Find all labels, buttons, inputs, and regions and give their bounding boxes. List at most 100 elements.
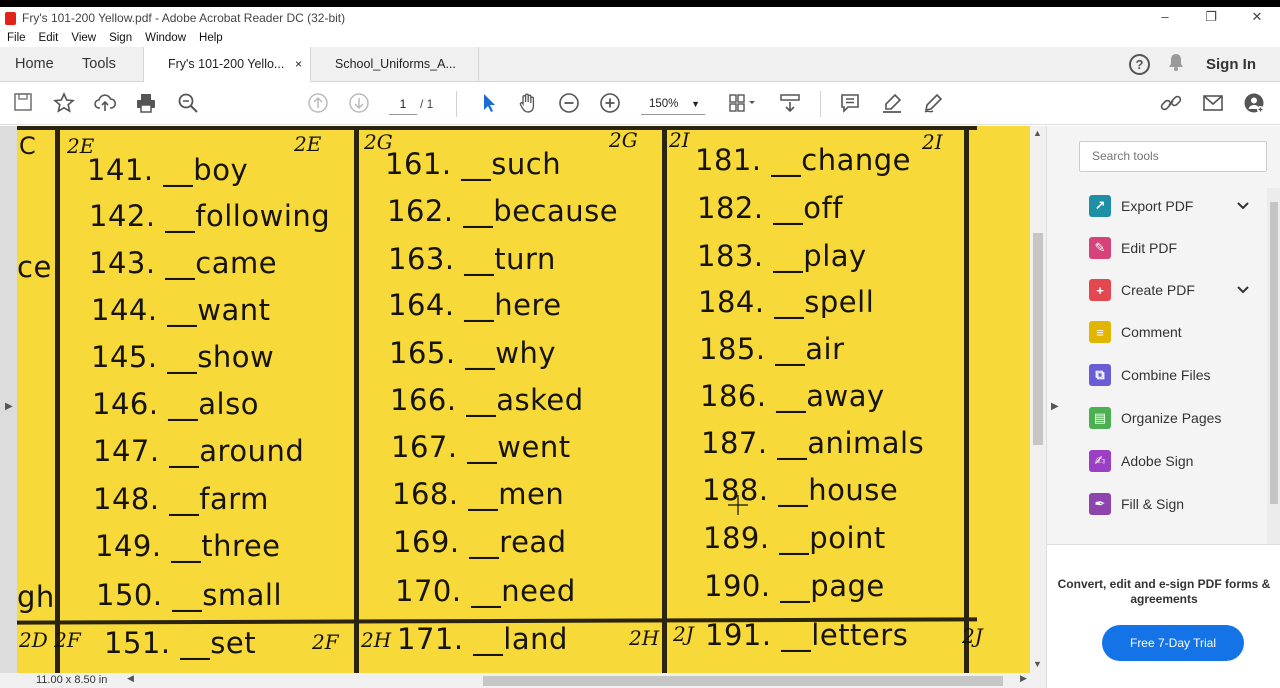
- sign-pen-icon[interactable]: [921, 92, 945, 116]
- comment-tool-icon: ≡: [1089, 321, 1111, 343]
- scroll-left-icon[interactable]: ◀: [127, 673, 134, 684]
- scroll-thumb[interactable]: [1270, 202, 1278, 504]
- page-number-input[interactable]: 1: [389, 93, 417, 115]
- partial-word: C: [19, 132, 37, 160]
- comment-icon[interactable]: [838, 92, 862, 116]
- tool-label: Organize Pages: [1121, 410, 1222, 426]
- chevron-down-icon: ▼: [691, 99, 700, 109]
- tool-combine-files[interactable]: ⧉ Combine Files: [1089, 360, 1210, 390]
- page-up-icon[interactable]: [306, 92, 330, 116]
- menu-view[interactable]: View: [71, 32, 96, 44]
- zoom-level-select[interactable]: 150% ▼: [641, 93, 705, 115]
- menu-file[interactable]: File: [7, 32, 26, 44]
- status-bar: 11.00 x 8.50 in ◀ ▶: [0, 673, 1046, 688]
- chevron-down-icon[interactable]: [1237, 283, 1249, 297]
- tool-adobe-sign[interactable]: ✍ Adobe Sign: [1089, 446, 1193, 476]
- tab-bar-actions: ? Sign In: [1129, 47, 1280, 82]
- section-tag: 2F: [312, 630, 339, 654]
- scroll-mode-icon[interactable]: [778, 92, 802, 116]
- add-person-icon[interactable]: [1242, 92, 1266, 116]
- menu-window[interactable]: Window: [145, 32, 186, 44]
- notification-bell-icon[interactable]: [1168, 53, 1184, 76]
- word-item: 145. __show: [91, 340, 275, 374]
- tools-pane: ▶ ↗ Export PDF ✎ Edit PDF + Create PDF ≡…: [1046, 126, 1280, 688]
- select-cursor-icon[interactable]: [476, 92, 500, 116]
- word-item: 183. __play: [697, 239, 867, 273]
- word-item: 142. __following: [89, 199, 331, 233]
- page-down-icon[interactable]: [347, 92, 371, 116]
- tool-label: Adobe Sign: [1121, 453, 1194, 469]
- scroll-right-icon[interactable]: ▶: [1020, 673, 1027, 684]
- crosshair-cursor-icon: [728, 495, 748, 515]
- word-item: 166. __asked: [390, 383, 584, 417]
- organize-pages-icon: ▤: [1089, 407, 1111, 429]
- word-item: 149. __three: [95, 529, 281, 563]
- section-tag: 2D 2F: [19, 628, 81, 652]
- tab-document-school-uniforms[interactable]: School_Uniforms_A...: [311, 47, 479, 82]
- tab-home[interactable]: Home: [15, 47, 54, 82]
- vertical-scrollbar[interactable]: ▲ ▼: [1030, 126, 1046, 673]
- word-item: 169. __read: [393, 525, 567, 559]
- zoom-out-icon[interactable]: [557, 92, 581, 116]
- restore-button[interactable]: ❐: [1188, 7, 1234, 29]
- tab-document-frys[interactable]: Fry's 101-200 Yello... ×: [143, 47, 311, 83]
- scroll-down-icon[interactable]: ▼: [1033, 659, 1042, 669]
- word-item: 171. __land: [397, 622, 568, 656]
- scroll-up-icon[interactable]: ▲: [1033, 128, 1042, 138]
- tools-scrollbar[interactable]: [1267, 188, 1280, 545]
- tool-create-pdf[interactable]: + Create PDF: [1089, 275, 1249, 305]
- horizontal-scroll-thumb[interactable]: [483, 676, 1003, 686]
- save-icon[interactable]: [11, 92, 35, 116]
- tool-edit-pdf[interactable]: ✎ Edit PDF: [1089, 233, 1177, 263]
- sign-in-button[interactable]: Sign In: [1206, 56, 1256, 73]
- word-item: 167. __went: [391, 430, 571, 464]
- menu-help[interactable]: Help: [199, 32, 223, 44]
- hand-icon[interactable]: [516, 92, 540, 116]
- help-icon[interactable]: ?: [1129, 54, 1150, 75]
- tab-document-label: Fry's 101-200 Yello...: [168, 57, 285, 71]
- search-tools-input[interactable]: [1092, 149, 1266, 163]
- window-title: Fry's 101-200 Yellow.pdf - Adobe Acrobat…: [22, 11, 346, 25]
- section-tag: 2J: [962, 624, 983, 648]
- chevron-down-icon[interactable]: [1237, 199, 1249, 213]
- word-item: 163. __turn: [388, 242, 556, 276]
- tool-label: Fill & Sign: [1121, 496, 1185, 512]
- pane-collapse-icon[interactable]: ▶: [1051, 401, 1059, 412]
- page-size-label: 11.00 x 8.50 in: [36, 674, 108, 686]
- promo-box: Convert, edit and e-sign PDF forms & agr…: [1047, 544, 1280, 688]
- tab-close-icon[interactable]: ×: [295, 47, 302, 82]
- menu-edit[interactable]: Edit: [39, 32, 59, 44]
- document-viewport[interactable]: ▶ C ce gh 2E 2E 141. __boy 142. __follow…: [0, 126, 1046, 673]
- search-tools-field[interactable]: [1079, 141, 1267, 172]
- free-trial-button[interactable]: Free 7-Day Trial: [1102, 625, 1244, 661]
- share-link-icon[interactable]: [1159, 92, 1183, 116]
- word-item: 150. __small: [96, 578, 283, 612]
- tab-tools[interactable]: Tools: [82, 47, 116, 82]
- fill-sign-icon: ✒: [1089, 493, 1111, 515]
- tool-label: Combine Files: [1121, 367, 1211, 383]
- email-icon[interactable]: [1201, 92, 1225, 116]
- minimize-button[interactable]: –: [1142, 7, 1188, 29]
- upload-icon[interactable]: [93, 92, 117, 116]
- left-panel-expand-icon[interactable]: ▶: [5, 401, 13, 412]
- close-window-button[interactable]: ✕: [1234, 7, 1280, 29]
- highlight-icon[interactable]: [880, 92, 904, 116]
- tool-label: Edit PDF: [1121, 240, 1178, 256]
- menu-sign[interactable]: Sign: [109, 32, 132, 44]
- main-toolbar: 1 / 1 150% ▼: [0, 82, 1280, 125]
- search-zoom-icon[interactable]: [176, 92, 200, 116]
- tool-fill-sign[interactable]: ✒ Fill & Sign: [1089, 489, 1184, 519]
- scroll-thumb[interactable]: [1033, 233, 1043, 445]
- word-item: 191. __letters: [705, 618, 909, 652]
- print-icon[interactable]: [134, 92, 158, 116]
- tool-comment[interactable]: ≡ Comment: [1089, 317, 1182, 347]
- partial-word: gh: [17, 580, 55, 614]
- page-layout-icon[interactable]: [726, 92, 758, 116]
- zoom-in-icon[interactable]: [598, 92, 622, 116]
- row-border: [17, 126, 977, 130]
- tool-organize-pages[interactable]: ▤ Organize Pages: [1089, 403, 1221, 433]
- tool-export-pdf[interactable]: ↗ Export PDF: [1089, 191, 1249, 221]
- bookmark-star-icon[interactable]: [52, 92, 76, 116]
- word-item: 186. __away: [700, 379, 885, 413]
- tab-document-label: School_Uniforms_A...: [335, 57, 456, 71]
